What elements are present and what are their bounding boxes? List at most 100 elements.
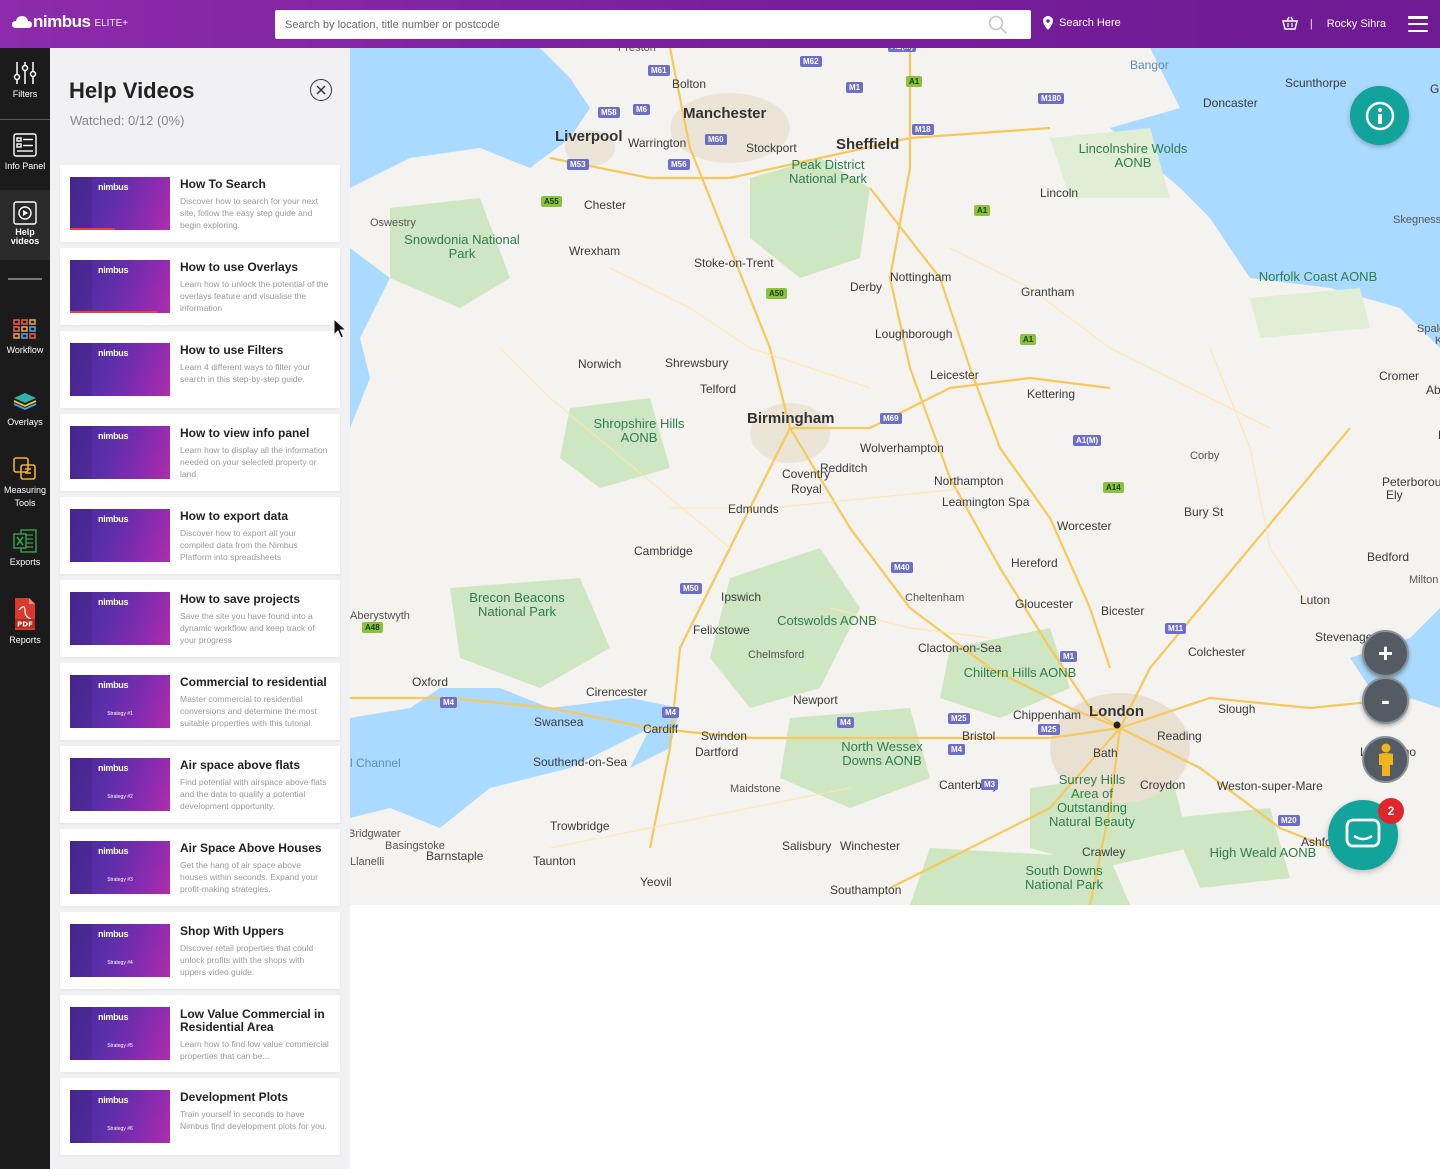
video-thumbnail[interactable]: nimbus — [70, 509, 170, 562]
nav-item-help-videos[interactable]: Help videos — [0, 190, 50, 260]
basket-icon[interactable] — [1281, 16, 1298, 33]
video-card[interactable]: nimbus Strategy #2 Air space above flats Fi… — [60, 746, 340, 823]
map-place-label: Leicester — [930, 368, 979, 382]
video-card[interactable]: nimbus Strategy #1 Commercial to residenti… — [60, 663, 340, 740]
map-place-label: Cromer — [1379, 369, 1420, 383]
video-card[interactable]: nimbus Strategy #3 Air Space Above Houses G… — [60, 829, 340, 906]
video-title[interactable]: How To Search — [180, 178, 330, 191]
watched-progress-text: Watched: 0/12 (0%) — [70, 113, 185, 128]
nav-item-workflow[interactable]: Workflow — [0, 316, 50, 357]
map-place-label: Bristol — [962, 729, 996, 743]
video-thumbnail[interactable]: nimbus Strategy #6 — [70, 1090, 170, 1143]
play-video-icon — [12, 200, 38, 226]
video-card[interactable]: nimbus Strategy #6 Development Plots Train … — [60, 1078, 340, 1155]
video-title[interactable]: How to export data — [180, 510, 330, 523]
thumbnail-logo: nimbus — [98, 597, 129, 607]
map-place-label: Aberystwyth — [350, 610, 410, 622]
map-canvas[interactable] — [350, 48, 1440, 905]
map-road-shield: M1 — [1060, 651, 1078, 662]
video-thumbnail[interactable]: nimbus — [70, 592, 170, 645]
video-thumbnail[interactable]: nimbus Strategy #3 — [70, 841, 170, 894]
map-place-label: King's Lynn — [1435, 335, 1440, 347]
video-title[interactable]: Development Plots — [180, 1091, 330, 1104]
video-thumbnail[interactable]: nimbus — [70, 177, 170, 230]
map-city-label: Sheffield — [836, 136, 900, 153]
nav-item-filters[interactable]: Filters — [0, 60, 50, 101]
nav-item-reports[interactable]: PDF Reports — [0, 596, 50, 647]
video-card[interactable]: nimbus How to view info panel Learn how to… — [60, 414, 340, 491]
nav-item-measuring-tools[interactable]: Measuring Tools — [0, 456, 50, 510]
video-list: nimbus How To Search Discover how to searc… — [60, 165, 340, 1161]
map-protected-area-label: Chiltern Hills AONB — [963, 665, 1077, 680]
map-protected-area-label: South Downs National Park — [1024, 863, 1104, 892]
map-place-label: Ely — [1386, 488, 1403, 502]
video-thumbnail[interactable]: nimbus — [70, 426, 170, 479]
map-info-button[interactable] — [1350, 86, 1409, 145]
map-place-label: Hereford — [1011, 556, 1058, 570]
map-place-label: Clacton-on-Sea — [918, 641, 1002, 655]
search-here-button[interactable]: Search Here — [1043, 16, 1121, 30]
nav-item-info-panel[interactable]: Info Panel — [0, 132, 50, 173]
map-place-label: Worcester — [1057, 519, 1112, 533]
panel-title: Help Videos — [69, 78, 195, 103]
video-thumbnail[interactable]: nimbus Strategy #4 — [70, 924, 170, 977]
map-road-shield: M6 — [633, 104, 651, 115]
video-title[interactable]: Low Value Commercial in Residential Area — [180, 1008, 330, 1034]
map-road-shield: M4 — [440, 697, 458, 708]
map-place-label: Cardiff — [643, 722, 679, 736]
map-view[interactable]: Manchester Liverpool Sheffield Birmingham Lo… — [350, 48, 1440, 905]
nav-label-info-panel: Info Panel — [4, 161, 46, 171]
video-title[interactable]: Air space above flats — [180, 759, 330, 772]
nav-item-overlays[interactable]: Overlays — [0, 388, 50, 429]
map-city-label: Birmingham — [747, 410, 835, 427]
close-panel-button[interactable] — [310, 79, 332, 101]
video-title[interactable]: Commercial to residential — [180, 676, 330, 689]
nav-label-filters: Filters — [12, 89, 38, 99]
video-description: Save the site you have found into a dyna… — [180, 611, 315, 645]
video-title[interactable]: Shop With Uppers — [180, 925, 330, 938]
map-road-shield: M18 — [912, 124, 934, 135]
video-card[interactable]: nimbus Strategy #5 Low Value Commercial in… — [60, 995, 340, 1072]
video-card[interactable]: nimbus How to save projects Save the site … — [60, 580, 340, 657]
map-place-label: Chester — [584, 198, 627, 212]
map-protected-area-label: Lincolnshire Wolds AONB — [1078, 141, 1188, 170]
map-place-label: Shrewsbury — [665, 356, 729, 370]
video-card[interactable]: nimbus How to use Overlays Learn how to un… — [60, 248, 340, 325]
nimbus-logo[interactable]: nimbus ELITE+ — [12, 12, 128, 32]
map-place-label: Weston-super-Mare — [1217, 779, 1323, 793]
thumbnail-logo: nimbus — [98, 929, 129, 939]
video-card[interactable]: nimbus How to use Filters Learn 4 differen… — [60, 331, 340, 408]
thumbnail-strategy-label: Strategy #2 — [107, 794, 133, 800]
video-title[interactable]: Air Space Above Houses — [180, 842, 330, 855]
map-place-label: Bridgwater — [350, 828, 401, 840]
map-place-label: Taunton — [533, 854, 576, 868]
map-place-label: Southend-on-Sea — [533, 755, 628, 769]
video-title[interactable]: How to use Filters — [180, 344, 330, 357]
street-view-pegman[interactable] — [1362, 736, 1409, 783]
zoom-in-button[interactable]: + — [1362, 630, 1409, 677]
video-card[interactable]: nimbus How To Search Discover how to searc… — [60, 165, 340, 242]
video-thumbnail[interactable]: nimbus Strategy #1 — [70, 675, 170, 728]
video-thumbnail[interactable]: nimbus — [70, 343, 170, 396]
excel-icon — [12, 528, 38, 554]
video-title[interactable]: How to save projects — [180, 593, 330, 606]
video-card[interactable]: nimbus Strategy #4 Shop With Uppers Discove… — [60, 912, 340, 989]
map-city-label: London — [1089, 703, 1144, 720]
user-name[interactable]: Rocky Sihra — [1327, 18, 1386, 30]
video-thumbnail[interactable]: nimbus Strategy #2 — [70, 758, 170, 811]
nav-item-exports[interactable]: Exports — [0, 528, 50, 569]
search-icon[interactable] — [983, 10, 1013, 39]
video-card[interactable]: nimbus How to export data Discover how to … — [60, 497, 340, 574]
search-input[interactable] — [275, 10, 983, 39]
video-thumbnail[interactable]: nimbus — [70, 260, 170, 313]
chat-unread-badge: 2 — [1378, 798, 1404, 824]
video-title[interactable]: How to use Overlays — [180, 261, 330, 274]
thumbnail-logo: nimbus — [98, 265, 129, 275]
map-place-label: Telford — [700, 382, 737, 396]
hamburger-menu-icon[interactable] — [1408, 16, 1428, 32]
video-title[interactable]: How to view info panel — [180, 427, 330, 440]
video-thumbnail[interactable]: nimbus Strategy #5 — [70, 1007, 170, 1060]
map-place-label: Luton — [1300, 593, 1331, 607]
map-place-label: Bolton — [672, 77, 707, 91]
zoom-out-button[interactable]: - — [1362, 677, 1409, 724]
